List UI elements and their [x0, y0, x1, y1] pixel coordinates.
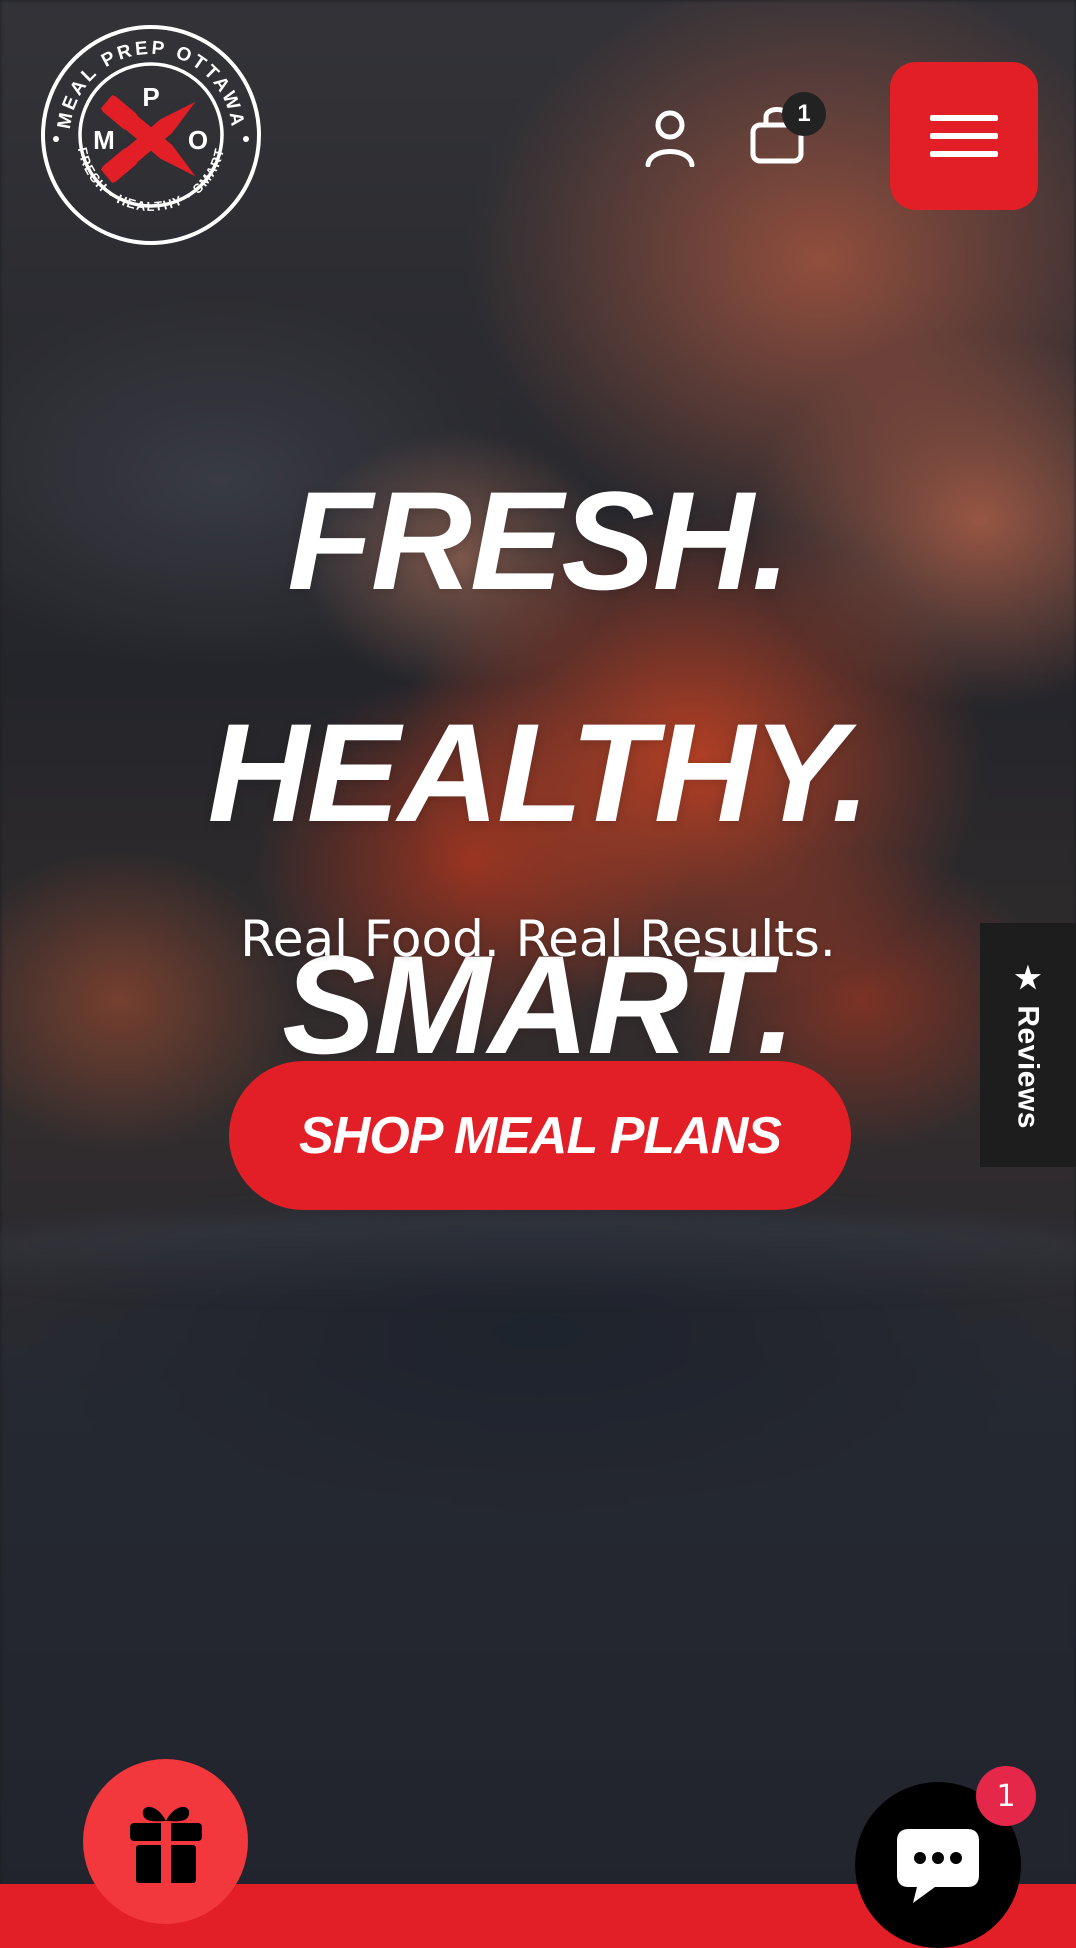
- shop-meal-plans-button[interactable]: SHOP MEAL PLANS: [229, 1061, 851, 1210]
- user-icon: [645, 110, 695, 167]
- hero-title: FRESH. HEALTHY. SMART.: [0, 425, 1076, 1121]
- svg-text:FRESH • HEALTHY • SMART: FRESH • HEALTHY • SMART: [75, 146, 227, 214]
- hamburger-menu-icon: [930, 115, 998, 121]
- logo-letter-m: M: [93, 125, 115, 155]
- hamburger-bar: [930, 151, 998, 157]
- reviews-tab[interactable]: ★ Reviews: [980, 923, 1076, 1167]
- menu-button[interactable]: [890, 62, 1038, 210]
- hamburger-bar: [930, 133, 998, 139]
- account-button[interactable]: [640, 106, 700, 170]
- logo-letter-p: P: [142, 82, 159, 112]
- hero-title-line-1: FRESH. HEALTHY.: [207, 462, 871, 851]
- site-logo[interactable]: MEAL PREP OTTAWA FRESH • HEALTHY • SMART…: [40, 24, 262, 246]
- gift-icon: [129, 1806, 202, 1883]
- rewards-gift-button[interactable]: [83, 1759, 248, 1924]
- chat-bubble-icon: [897, 1829, 979, 1903]
- reviews-tab-label: ★ Reviews: [1011, 961, 1045, 1129]
- page: MEAL PREP OTTAWA FRESH • HEALTHY • SMART…: [0, 0, 1076, 1948]
- logo-letter-o: O: [188, 125, 208, 155]
- hero-subtitle: Real Food. Real Results.: [240, 910, 836, 968]
- cart-count-badge: 1: [782, 92, 826, 136]
- meal-prep-ottawa-logo-icon: MEAL PREP OTTAWA FRESH • HEALTHY • SMART…: [41, 25, 261, 245]
- chat-notification-badge: 1: [976, 1766, 1036, 1826]
